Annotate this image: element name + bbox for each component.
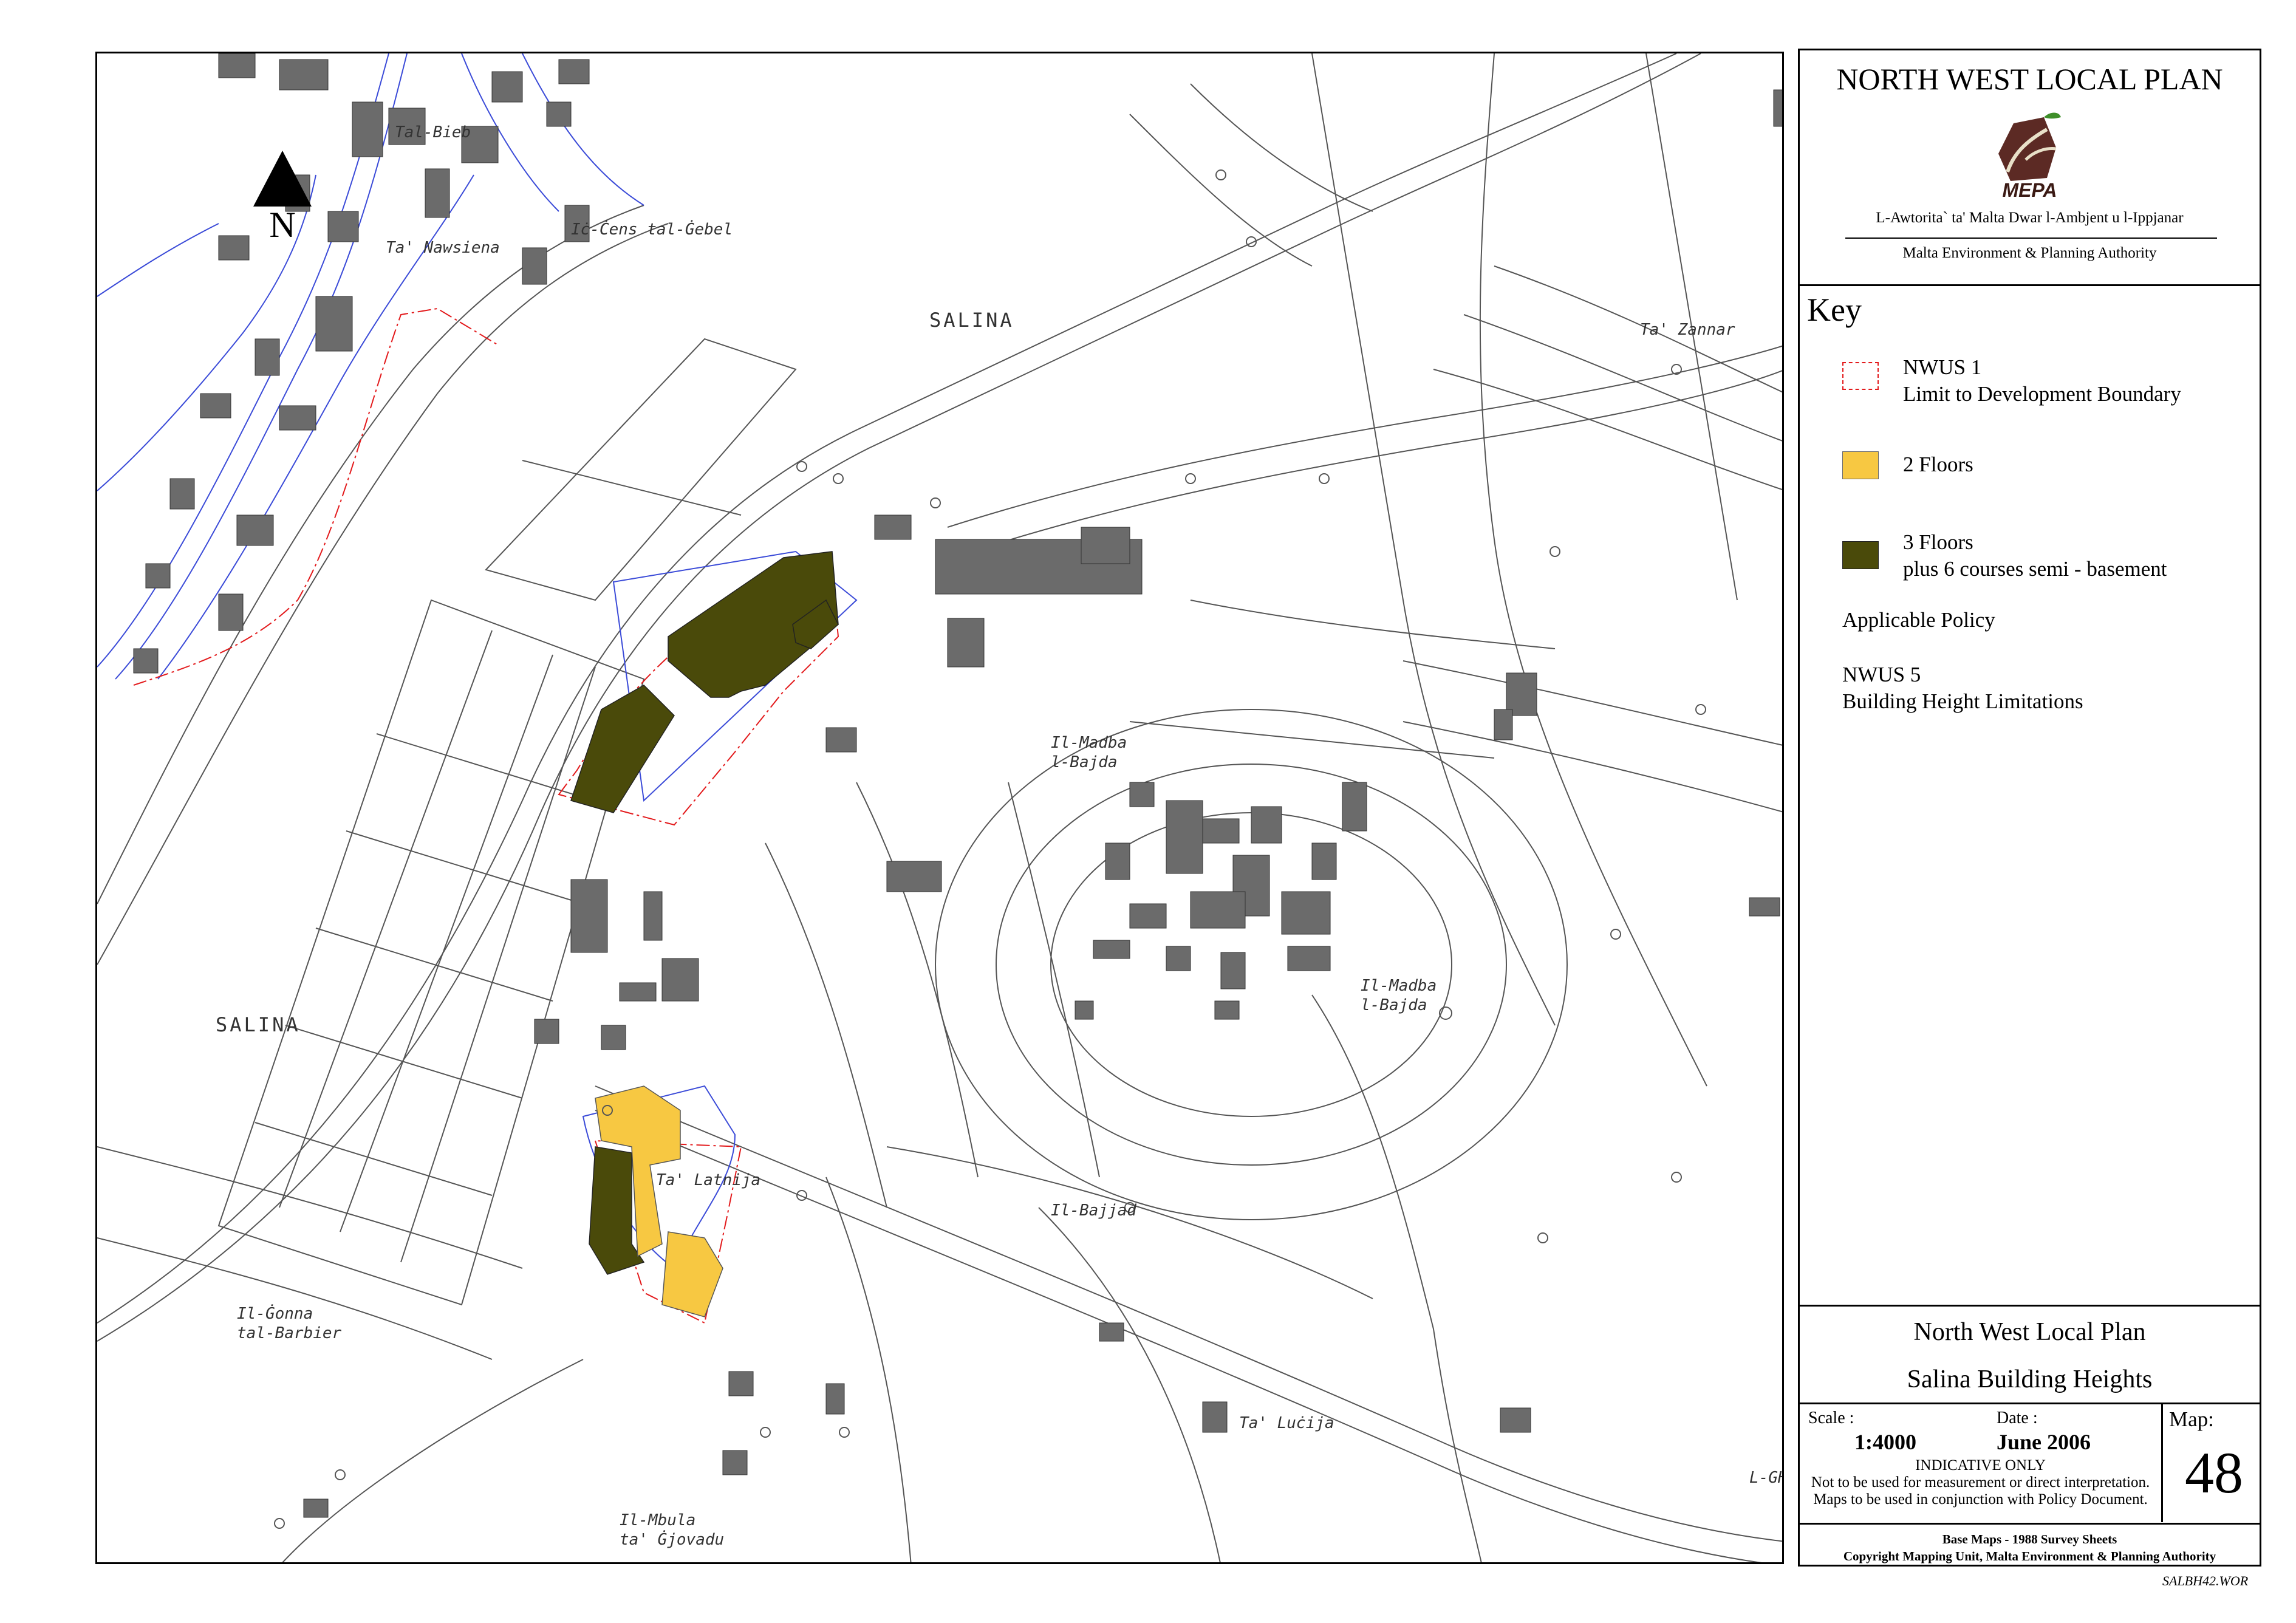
map-label-tal-bieb: Tal-Bieb: [395, 123, 471, 142]
map-label-il-gonna: Il-Ġonna: [237, 1305, 313, 1323]
map-label-ta-lucija: Ta' Luċija: [1239, 1414, 1334, 1432]
legend-panel: NORTH WEST LOCAL PLAN MEPA L-Awtorita` t…: [1798, 49, 2261, 1567]
policy-code: NWUS 5: [1842, 663, 1921, 686]
map-label-il-bajjad: Il-Bajjad: [1051, 1201, 1136, 1220]
scale-label: Scale :: [1808, 1409, 1854, 1427]
map-label-il-bajda-2: l-Bajda: [1361, 996, 1427, 1014]
map-label-ta-zannar: Ta' Zannar: [1640, 321, 1735, 339]
authority-name-english: Malta Environment & Planning Authority: [1902, 245, 2157, 261]
disclaimer-line-2: Maps to be used in conjunction with Poli…: [1813, 1491, 2148, 1508]
map-label-tal-barbier: tal-Barbier: [237, 1324, 342, 1342]
map-label-il-modba-2: Il-Madba: [1361, 977, 1437, 995]
date-value: June 2006: [1997, 1430, 2091, 1454]
logo-text: MEPA: [2002, 179, 2057, 201]
plan-name: North West Local Plan: [1913, 1318, 2146, 1346]
north-letter: N: [269, 205, 296, 245]
three-floors-swatch: [1842, 541, 1879, 569]
boundary-swatch: [1842, 362, 1879, 390]
credits: Base Maps - 1988 Survey Sheets Copyright…: [1800, 1523, 2260, 1565]
key-item-boundary-code: NWUS 1: [1903, 355, 1982, 379]
divider: [1845, 237, 2217, 239]
map-label-il-mbula: Il-Mbula: [620, 1511, 696, 1529]
map-label-ta-latnija: Ta' Latnija: [656, 1171, 761, 1189]
key-item-two-floors: 2 Floors: [1903, 453, 1973, 476]
map-label-il-modba-1: Il-Madba: [1051, 734, 1127, 752]
key-item-boundary-label: Limit to Development Boundary: [1903, 382, 2181, 406]
title-block: North West Local Plan Salina Building He…: [1800, 1305, 2260, 1568]
map-area[interactable]: N SALINA SALINA Iċ-Ċens tal-Ġebel Tal-Bi…: [95, 52, 1784, 1564]
map-number-label: Map:: [2169, 1407, 2214, 1431]
plan-title: NORTH WEST LOCAL PLAN: [1836, 62, 2223, 96]
map-number: 48: [2185, 1440, 2243, 1505]
indicative-only: INDICATIVE ONLY: [1915, 1457, 2046, 1474]
map-label-salina-top: SALINA: [929, 309, 1014, 332]
date-label: Date :: [1997, 1409, 2038, 1427]
scale-value: 1:4000: [1854, 1430, 1916, 1454]
map-title: Salina Building Heights: [1907, 1365, 2153, 1393]
key-item-three-floors-label: 3 Floors: [1903, 530, 1973, 554]
map-label-ta-nawsiena: Ta' Nawsiena: [386, 239, 500, 257]
map-label-salina-left: SALINA: [216, 1013, 301, 1036]
base-maps-credit: Base Maps - 1988 Survey Sheets: [1942, 1532, 2117, 1546]
two-floors-swatch: [1842, 451, 1879, 479]
copyright-credit: Copyright Mapping Unit, Malta Environmen…: [1843, 1549, 2216, 1563]
file-reference: SALBH42.WOR: [2162, 1573, 2249, 1588]
map-number-box: Map: 48: [2161, 1403, 2265, 1522]
north-arrow-icon: [253, 151, 312, 207]
key-item-three-floors-note: plus 6 courses semi - basement: [1903, 557, 2167, 581]
disclaimer: INDICATIVE ONLY Not to be used for measu…: [1800, 1457, 2161, 1508]
disclaimer-line-1: Not to be used for measurement or direct…: [1811, 1474, 2150, 1491]
map-label-il-bajda-1: l-Bajda: [1051, 753, 1118, 771]
key-title: Key: [1807, 292, 1862, 328]
north-arrow: N: [249, 151, 316, 254]
key-item-boundary: NWUS 1 Limit to Development Boundary: [1903, 354, 2181, 408]
policy-name: Building Height Limitations: [1842, 689, 2083, 713]
authority-name-maltese: L-Awtorita` ta' Malta Dwar l-Ambjent u l…: [1876, 210, 2184, 226]
key-section: Key NWUS 1 Limit to Development Boundary…: [1800, 284, 2260, 1305]
applicable-policy-heading: Applicable Policy: [1842, 608, 1995, 632]
map-label-l-gh: L-GH: [1749, 1469, 1784, 1487]
base-map: [97, 53, 1782, 1562]
map-label-ta-gjovadu: ta' Ġjovadu: [620, 1531, 725, 1549]
map-label-ic-cens: Iċ-Ċens tal-Ġebel: [571, 220, 733, 239]
key-item-three-floors: 3 Floors plus 6 courses semi - basement: [1903, 529, 2167, 583]
